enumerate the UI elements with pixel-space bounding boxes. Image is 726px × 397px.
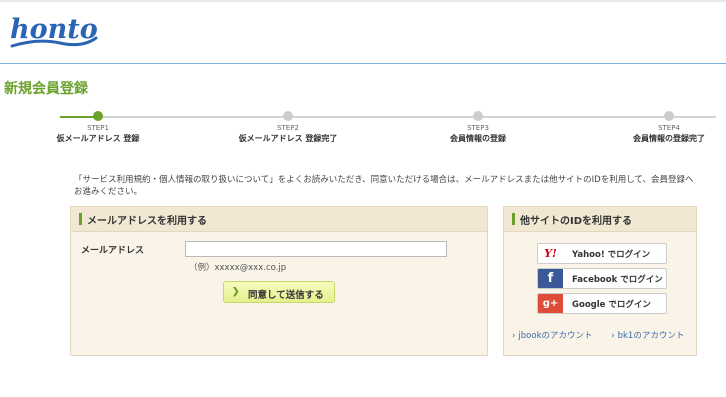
button-label: Google でログイン xyxy=(572,300,651,310)
step-3: STEP3 会員情報の登録 xyxy=(418,110,538,144)
panel-header: メールアドレスを利用する xyxy=(71,207,487,232)
chevron-right-icon: › xyxy=(611,331,615,341)
email-field[interactable] xyxy=(185,241,447,257)
step-number: STEP4 xyxy=(658,124,680,132)
email-field-label: メールアドレス xyxy=(81,246,145,256)
step-2: STEP2 仮メールアドレス 登録完了 xyxy=(228,110,348,144)
button-label: Facebook でログイン xyxy=(572,275,663,285)
panel-accent-bar xyxy=(512,213,515,225)
step-label: 会員情報の登録 xyxy=(450,134,506,143)
step-dot xyxy=(93,111,103,121)
agree-and-send-button[interactable]: ❯ 同意して送信する xyxy=(223,281,335,303)
terms-notice: 「サービス利用規約・個人情報の取り扱いについて」をよくお読みいただき、同意いただ… xyxy=(74,175,694,197)
step-number: STEP2 xyxy=(277,124,299,132)
facebook-icon: f xyxy=(538,269,563,288)
chevron-right-icon: › xyxy=(512,331,516,341)
step-label: 仮メールアドレス 登録完了 xyxy=(238,134,338,143)
social-login-panel: 他サイトのIDを利用する Y! Yahoo! でログイン f Facebook … xyxy=(503,206,697,356)
jbook-account-link[interactable]: jbookのアカウント xyxy=(518,331,592,341)
step-number: STEP1 xyxy=(87,124,109,132)
panel-title: 他サイトのIDを利用する xyxy=(520,216,633,227)
honto-logo[interactable]: honto xyxy=(8,12,100,54)
chevron-right-icon: ❯ xyxy=(232,286,240,296)
step-dot xyxy=(283,111,293,121)
google-plus-icon: g+ xyxy=(538,294,563,313)
step-progress: STEP1 仮メールアドレス 登録 STEP2 仮メールアドレス 登録完了 ST… xyxy=(0,110,726,150)
email-example: （例）xxxxx@xxx.co.jp xyxy=(189,263,287,273)
step-number: STEP3 xyxy=(467,124,489,132)
yahoo-icon: Y! xyxy=(544,247,557,260)
step-label: 仮メールアドレス 登録 xyxy=(56,134,140,143)
page-title: 新規会員登録 xyxy=(4,81,88,97)
step-4: STEP4 会員情報の登録完了 xyxy=(609,110,726,144)
google-login-button[interactable]: g+ Google でログイン xyxy=(537,293,667,314)
panel-header: 他サイトのIDを利用する xyxy=(504,207,696,232)
panel-accent-bar xyxy=(79,213,82,225)
step-1: STEP1 仮メールアドレス 登録 xyxy=(38,110,158,144)
email-registration-panel: メールアドレスを利用する メールアドレス （例）xxxxx@xxx.co.jp … xyxy=(70,206,488,356)
site-header: honto xyxy=(0,0,726,64)
step-dot xyxy=(664,111,674,121)
button-label: Yahoo! でログイン xyxy=(572,250,651,260)
panel-title: メールアドレスを利用する xyxy=(87,216,207,227)
account-links: › jbookのアカウント › bk1のアカウント xyxy=(512,329,700,341)
bk1-account-link[interactable]: bk1のアカウント xyxy=(618,331,685,341)
step-label: 会員情報の登録完了 xyxy=(633,134,705,143)
yahoo-login-button[interactable]: Y! Yahoo! でログイン xyxy=(537,243,667,264)
logo-text: honto xyxy=(10,14,98,45)
step-dot xyxy=(473,111,483,121)
facebook-login-button[interactable]: f Facebook でログイン xyxy=(537,268,667,289)
button-label: 同意して送信する xyxy=(248,290,324,301)
